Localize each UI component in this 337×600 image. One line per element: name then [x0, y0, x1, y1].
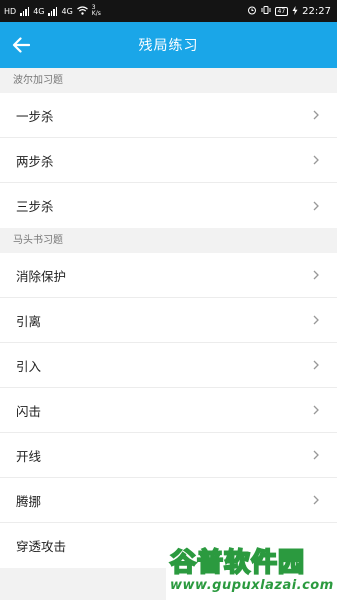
vibrate-icon — [261, 5, 271, 17]
list-item-label: 穿透攻击 — [16, 539, 67, 554]
list-item-label: 引入 — [16, 358, 42, 374]
exercise-list: 一步杀 两步杀 三步杀 — [0, 93, 337, 228]
list-item-label: 腾挪 — [16, 493, 42, 509]
chevron-right-icon — [313, 360, 321, 370]
chevron-right-icon — [313, 155, 321, 165]
list-item-clearance[interactable]: 腾挪 — [0, 478, 337, 523]
back-button[interactable] — [9, 33, 33, 57]
chevron-right-icon — [313, 450, 321, 460]
list-item-decoy[interactable]: 引入 — [0, 343, 337, 388]
chevron-right-icon — [313, 110, 321, 120]
network-speed: 3 K/s — [91, 4, 101, 17]
section-polgar: 波尔加习题 一步杀 两步杀 三步杀 — [0, 68, 337, 228]
chevron-right-icon — [313, 315, 321, 325]
status-bar: HD 4G 4G 3 K/s 47 22:27 — [0, 0, 337, 22]
section-header: 波尔加习题 — [0, 68, 337, 93]
section-tactics: 马头书习题 消除保护 引离 引入 闪击 开线 腾挪 穿透攻击 — [0, 228, 337, 568]
battery-indicator: 47 — [274, 6, 289, 16]
list-item-three-move-mate[interactable]: 三步杀 — [0, 183, 337, 228]
signal-icon — [20, 6, 30, 16]
watermark-logo-text: 谷普软件园 — [169, 547, 306, 579]
list-item-line-opening[interactable]: 开线 — [0, 433, 337, 478]
app-bar: 残局练习 — [0, 22, 337, 68]
chevron-right-icon — [313, 405, 321, 415]
alarm-icon — [247, 5, 257, 17]
list-item-deflection[interactable]: 引离 — [0, 298, 337, 343]
list-item-one-move-mate[interactable]: 一步杀 — [0, 93, 337, 138]
clock: 22:27 — [302, 5, 331, 17]
list-item-label: 三步杀 — [16, 199, 54, 214]
section-header: 马头书习题 — [0, 228, 337, 253]
list-item-label: 两步杀 — [16, 153, 54, 169]
network-type-1: 4G — [33, 6, 45, 16]
watermark-logo: 谷普软件园 www.gupuxlazai.com — [166, 541, 337, 600]
list-item-label: 消除保护 — [16, 268, 67, 284]
charging-icon — [292, 5, 298, 17]
page-title: 残局练习 — [138, 38, 199, 54]
signal-icon-2 — [48, 6, 58, 16]
list-item-remove-defender[interactable]: 消除保护 — [0, 253, 337, 298]
status-left: HD 4G 4G 3 K/s — [4, 5, 106, 17]
list-item-discovered-attack[interactable]: 闪击 — [0, 388, 337, 433]
list-item-label: 闪击 — [16, 403, 42, 419]
arrow-left-icon — [12, 37, 30, 53]
exercise-list: 消除保护 引离 引入 闪击 开线 腾挪 穿透攻击 — [0, 253, 337, 568]
list-item-label: 开线 — [16, 448, 42, 464]
network-type-2: 4G — [61, 6, 73, 16]
status-right: 47 22:27 — [247, 5, 331, 17]
list-item-two-move-mate[interactable]: 两步杀 — [0, 138, 337, 183]
chevron-right-icon — [313, 270, 321, 280]
chevron-right-icon — [313, 495, 321, 505]
wifi-icon — [76, 5, 88, 17]
chevron-right-icon — [313, 201, 321, 211]
list-item-label: 引离 — [16, 313, 42, 329]
watermark-url: www.gupuxlazai.com — [170, 577, 334, 593]
list-item-label: 一步杀 — [16, 108, 54, 124]
hd-indicator: HD — [4, 6, 17, 16]
